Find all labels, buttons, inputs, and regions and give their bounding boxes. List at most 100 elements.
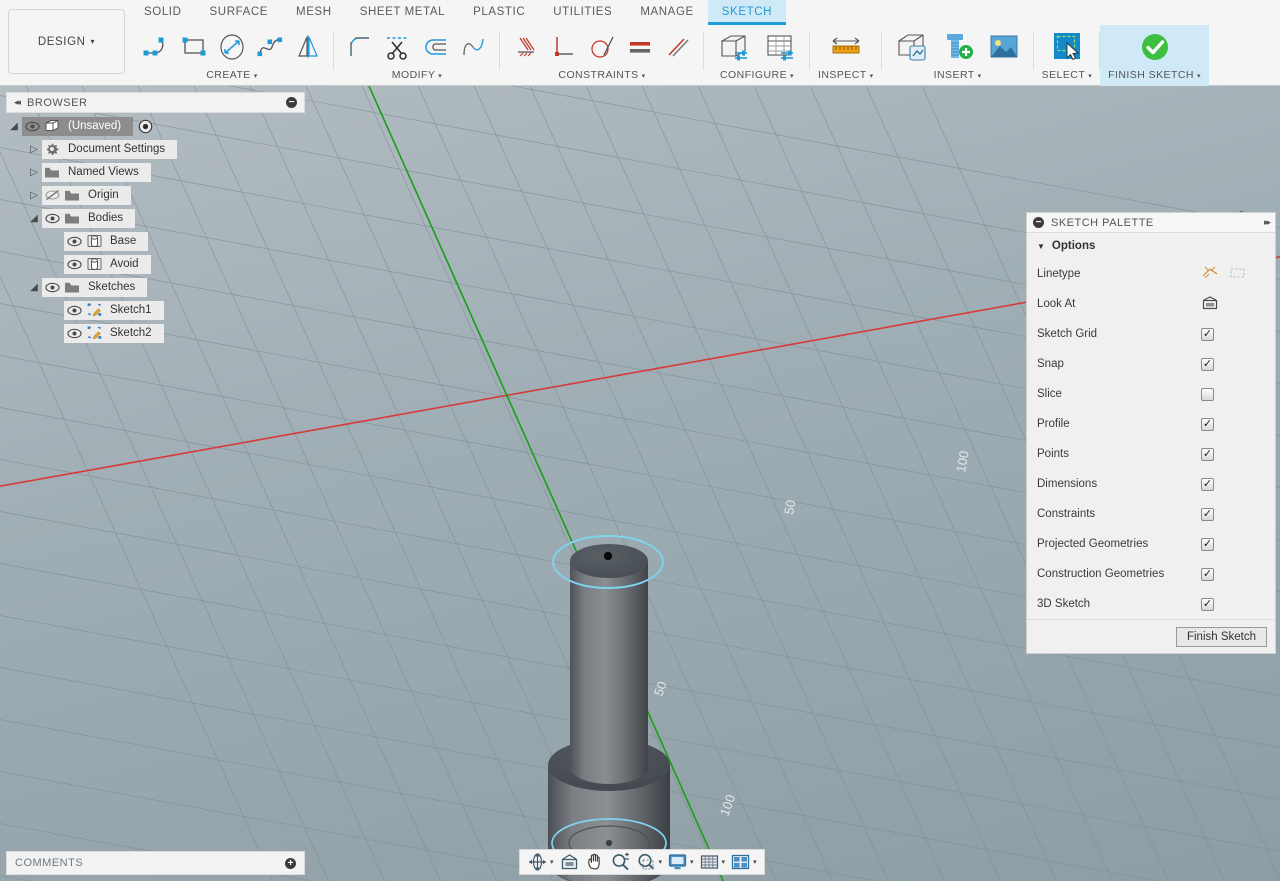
points-checkbox[interactable]: ✓: [1201, 447, 1214, 461]
visibility-eye-icon[interactable]: [64, 305, 84, 316]
linetype-normal-icon[interactable]: [1201, 265, 1219, 283]
tab-plastic[interactable]: PLASTIC: [459, 0, 539, 25]
collapse-left-arrows-icon[interactable]: ◂◂: [14, 97, 21, 108]
configure-cube-icon[interactable]: [712, 27, 756, 67]
ribbon-group-create-label[interactable]: CREATE ▾: [206, 69, 257, 83]
collinear-icon[interactable]: [660, 27, 696, 67]
projected-geometries-checkbox[interactable]: ✓: [1201, 537, 1214, 551]
twisty-icon[interactable]: ▷: [26, 144, 42, 155]
tab-surface[interactable]: SURFACE: [196, 0, 283, 25]
twisty-icon[interactable]: ▷: [26, 167, 42, 178]
chevron-down-icon[interactable]: ▾: [690, 858, 694, 866]
visibility-eye-icon[interactable]: [22, 121, 42, 132]
ribbon-group-configure-label[interactable]: CONFIGURE ▾: [720, 69, 794, 83]
chevron-down-icon[interactable]: ▾: [753, 858, 757, 866]
triangle-down-icon: ▼: [1037, 241, 1045, 251]
browser-node-document-settings[interactable]: ▷ Document Settings: [6, 139, 305, 159]
ribbon-group-modify-label[interactable]: MODIFY ▾: [392, 69, 443, 83]
tab-solid[interactable]: SOLID: [130, 0, 196, 25]
twisty-icon[interactable]: ◢: [26, 213, 42, 224]
browser-node-unsaved[interactable]: ◢ (Unsaved): [6, 116, 305, 136]
snap-checkbox[interactable]: ✓: [1201, 357, 1214, 371]
ribbon-group-finish-sketch-label[interactable]: FINISH SKETCH ▾: [1108, 69, 1201, 83]
configure-table-icon[interactable]: [758, 27, 802, 67]
look-at-icon[interactable]: [557, 851, 582, 873]
insert-image-icon[interactable]: [982, 27, 1026, 67]
ribbon-group-select-label[interactable]: SELECT ▾: [1042, 69, 1093, 83]
circle-minus-icon[interactable]: −: [286, 97, 297, 108]
tab-utilities[interactable]: UTILITIES: [539, 0, 626, 25]
twisty-icon[interactable]: ◢: [26, 282, 42, 293]
browser-node-sketches[interactable]: ◢ Sketches: [6, 277, 305, 297]
chevron-down-icon[interactable]: ▾: [722, 858, 726, 866]
measure-ruler-icon[interactable]: [824, 27, 868, 67]
viewports-icon[interactable]: ▾: [728, 851, 759, 873]
activate-radio-icon[interactable]: [138, 119, 153, 134]
zoom-magnifier-icon[interactable]: [608, 851, 633, 873]
browser-node-avoid[interactable]: Avoid: [6, 254, 305, 274]
circle-minus-icon[interactable]: −: [1033, 217, 1044, 228]
sketch-grid-checkbox[interactable]: ✓: [1201, 327, 1214, 341]
browser-node-origin[interactable]: ▷ Origin: [6, 185, 305, 205]
ribbon-group-finish-sketch[interactable]: FINISH SKETCH ▾: [1100, 25, 1209, 86]
ribbon-group-insert-label[interactable]: INSERT ▾: [934, 69, 982, 83]
tangent-icon[interactable]: [584, 27, 620, 67]
chevron-down-icon[interactable]: ▾: [659, 858, 663, 866]
visibility-eye-icon[interactable]: [42, 213, 62, 224]
browser-node-bodies[interactable]: ◢ Bodies: [6, 208, 305, 228]
fit-zoom-window-icon[interactable]: ▾: [634, 851, 665, 873]
tab-sheet-metal[interactable]: SHEET METAL: [346, 0, 459, 25]
spline-icon[interactable]: [252, 27, 288, 67]
offset-icon[interactable]: [418, 27, 454, 67]
break-icon[interactable]: [456, 27, 492, 67]
slice-checkbox[interactable]: [1201, 387, 1214, 401]
visibility-eye-off-icon[interactable]: [42, 189, 62, 201]
circle-icon[interactable]: [214, 27, 250, 67]
workspace-switcher-button[interactable]: DESIGN ▾: [8, 9, 125, 74]
profile-checkbox[interactable]: ✓: [1201, 417, 1214, 431]
trim-scissors-icon[interactable]: [380, 27, 416, 67]
twisty-icon[interactable]: ▷: [26, 190, 42, 201]
tab-mesh[interactable]: MESH: [282, 0, 346, 25]
tab-sketch[interactable]: SKETCH: [707, 0, 787, 25]
grid-snaps-icon[interactable]: ▾: [697, 851, 728, 873]
tab-manage[interactable]: MANAGE: [626, 0, 707, 25]
dimensions-checkbox[interactable]: ✓: [1201, 477, 1214, 491]
construction-geometries-checkbox[interactable]: ✓: [1201, 567, 1214, 581]
mirror-icon[interactable]: [290, 27, 326, 67]
linetype-construction-icon[interactable]: [1229, 265, 1247, 283]
perpendicular-icon[interactable]: [546, 27, 582, 67]
palette-section-options[interactable]: ▼ Options: [1027, 233, 1275, 259]
browser-node-base[interactable]: Base: [6, 231, 305, 251]
visibility-eye-icon[interactable]: [64, 236, 84, 247]
orbit-icon[interactable]: ▾: [525, 851, 556, 873]
browser-node-sketch2[interactable]: Sketch2: [6, 323, 305, 343]
visibility-eye-icon[interactable]: [64, 259, 84, 270]
fix-ground-icon[interactable]: [508, 27, 544, 67]
comments-panel[interactable]: COMMENTS +: [6, 851, 305, 875]
finish-sketch-button[interactable]: Finish Sketch: [1175, 626, 1267, 647]
browser-node-named-views[interactable]: ▷ Named Views: [6, 162, 305, 182]
fillet-icon[interactable]: [342, 27, 378, 67]
pan-hand-icon[interactable]: [583, 851, 607, 873]
equal-icon[interactable]: [622, 27, 658, 67]
twisty-icon[interactable]: ◢: [6, 121, 22, 132]
look-at-icon[interactable]: [1201, 295, 1219, 314]
visibility-eye-icon[interactable]: [64, 328, 84, 339]
rectangle-icon[interactable]: [176, 27, 212, 67]
constraints-checkbox[interactable]: ✓: [1201, 507, 1214, 521]
3d-sketch-checkbox[interactable]: ✓: [1201, 597, 1214, 611]
browser-node-sketch1[interactable]: Sketch1: [6, 300, 305, 320]
insert-mcmaster-bolt-icon[interactable]: [936, 27, 980, 67]
ribbon-group-inspect-label[interactable]: INSPECT ▾: [818, 69, 874, 83]
expand-right-arrows-icon[interactable]: ▸▸: [1264, 217, 1271, 228]
chevron-down-icon[interactable]: ▾: [550, 858, 554, 866]
select-marquee-icon[interactable]: [1045, 27, 1089, 67]
display-settings-icon[interactable]: ▾: [665, 851, 696, 873]
visibility-eye-icon[interactable]: [42, 282, 62, 293]
ribbon-group-constraints-label[interactable]: CONSTRAINTS ▾: [558, 69, 645, 83]
circle-plus-icon[interactable]: +: [285, 857, 296, 869]
finish-sketch-check-icon[interactable]: [1133, 27, 1177, 67]
line-icon[interactable]: [138, 27, 174, 67]
derive-icon[interactable]: [890, 27, 934, 67]
